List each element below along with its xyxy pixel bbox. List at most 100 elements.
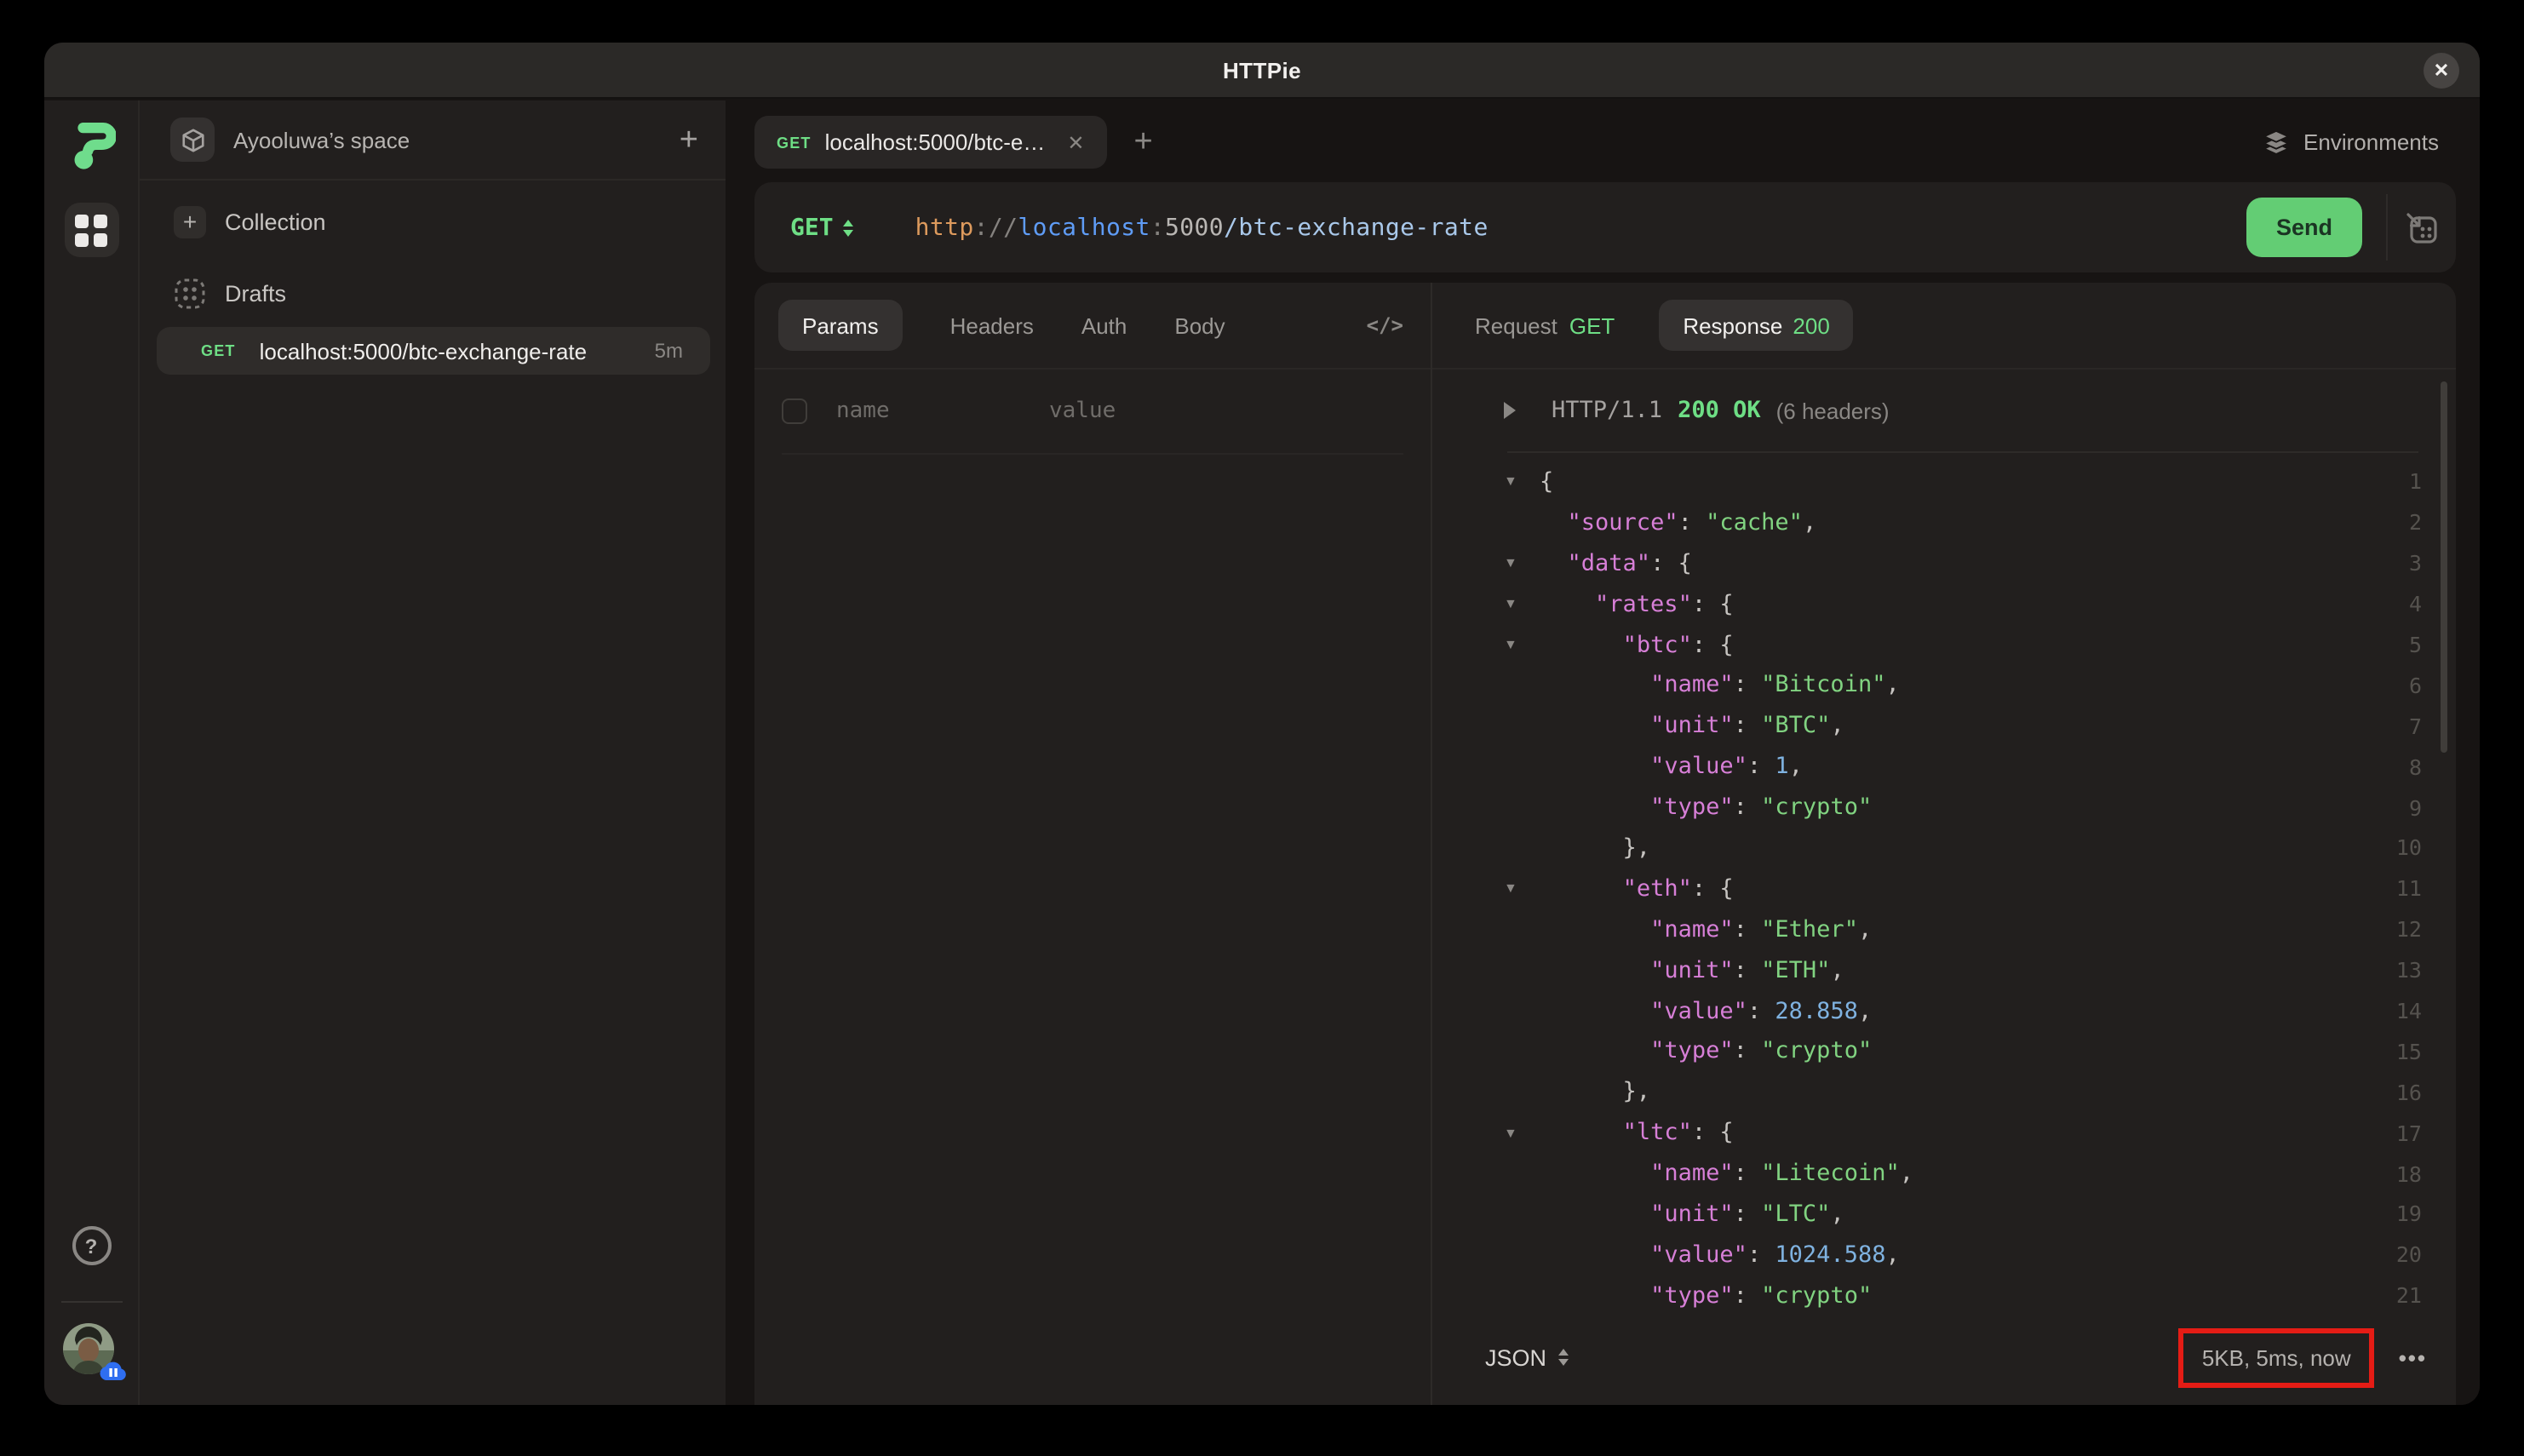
line-number: 2 [2408,509,2422,536]
rail-divider [61,1301,123,1303]
param-name-input[interactable]: name [836,398,1049,424]
request-editor-pane: Params Headers Auth Body </> name value [754,283,1432,1405]
space-selector[interactable]: Ayooluwa’s space + [140,100,726,181]
response-pane-tabs: Request GET Response 200 [1432,283,2456,368]
annotation-highlight: 5KB, 5ms, now [2177,1327,2375,1387]
sync-cloud-icon [99,1361,125,1380]
request-age: 5m [654,339,683,363]
url-segment: 5000 [1165,214,1225,241]
json-line: "name": "Bitcoin", 6 [1432,665,2456,706]
url-segment: :// [973,214,1018,241]
request-response-panels: Params Headers Auth Body </> name value [754,283,2456,1405]
response-status-line[interactable]: HTTP/1.1 200 OK (6 headers) [1432,370,2456,451]
response-status-badge: 200 [1793,312,1830,338]
tab-body[interactable]: Body [1174,312,1225,338]
code-view-toggle[interactable]: </> [1367,313,1403,337]
environments-button[interactable]: Environments [2261,129,2439,156]
url-input[interactable]: http://localhost:5000/btc-exchange-rate [915,214,1489,241]
window-close-button[interactable]: ✕ [2424,53,2459,89]
plus-icon: + [174,205,206,238]
new-tab-button[interactable]: + [1133,126,1152,158]
collapse-toggle-icon[interactable]: ▼ [1504,596,1540,611]
json-code: }, [1540,1078,1651,1106]
environments-label: Environments [2303,129,2439,155]
drafts-section[interactable]: Drafts [140,267,726,318]
line-number: 16 [2395,1079,2422,1105]
user-avatar[interactable] [62,1323,125,1380]
send-button[interactable]: Send [2246,198,2362,257]
add-space-button[interactable]: + [680,123,698,156]
tab-headers[interactable]: Headers [950,312,1034,338]
main-area: GET localhost:5000/btc-e… ✕ + Environmen… [726,100,2480,1405]
param-checkbox[interactable] [782,398,807,424]
response-meta: 5KB, 5ms, now [2201,1344,2351,1370]
sidebar: Ayooluwa’s space + + Collection Drafts G… [140,100,726,1405]
row-divider [782,453,1403,455]
request-url: localhost:5000/btc-exchange-rate [259,338,588,364]
collapse-toggle-icon[interactable]: ▼ [1504,474,1540,490]
json-line: ▼ "btc": { 5 [1432,624,2456,665]
url-bar: GET http://localhost:5000/btc-exchange-r… [754,182,2456,272]
json-code: "value": 28.858, [1650,997,1873,1025]
json-code: "eth": { [1622,874,1734,903]
line-number: 9 [2408,794,2422,821]
expand-headers-icon[interactable] [1504,402,1516,419]
layers-icon [2261,129,2290,155]
updown-icon [843,219,854,236]
request-tab-label: Request [1475,312,1557,338]
json-line: "name": "Ether", 12 [1432,909,2456,950]
space-name: Ayooluwa’s space [233,127,410,152]
json-code: "value": 1, [1650,753,1803,781]
space-cube-button[interactable] [170,118,215,162]
response-body: ▼{1 "source": "cache", 2 ▼ "data": {3 ▼ "ra… [1432,453,2456,1310]
json-code: "ltc": { [1622,1119,1734,1147]
collapse-toggle-icon[interactable]: ▼ [1504,637,1540,652]
request-editor-tabs: Params Headers Auth Body </> [754,283,1431,368]
method-value: GET [790,214,834,241]
tab-request[interactable]: Request GET [1475,312,1615,338]
line-number: 7 [2408,713,2422,739]
spaces-grid-button[interactable] [64,203,118,257]
json-line: "value": 28.858, 14 [1432,990,2456,1031]
screen: HTTPie ✕ ? Ayooluwa’s space + + Collecti… [0,0,2524,1456]
line-number: 17 [2395,1120,2422,1146]
collapse-toggle-icon[interactable]: ▼ [1504,555,1540,570]
tab-params[interactable]: Params [778,300,903,351]
param-value-input[interactable]: value [1049,398,1116,424]
request-tab[interactable]: GET localhost:5000/btc-e… ✕ [754,116,1107,169]
scrollbar-thumb[interactable] [2441,381,2447,753]
collapse-toggle-icon[interactable]: ▼ [1504,1125,1540,1140]
method-selector[interactable]: GET [790,214,854,241]
drafts-label: Drafts [225,280,287,306]
line-number: 4 [2408,591,2422,617]
collection-label: Collection [225,209,326,234]
json-code: "btc": { [1622,631,1734,658]
line-number: 5 [2408,632,2422,657]
cube-icon [181,128,204,152]
json-code: "unit": "ETH", [1650,956,1844,984]
headers-count: (6 headers) [1775,398,1890,423]
json-code: "source": "cache", [1567,508,1817,536]
json-line: "unit": "BTC", 7 [1432,706,2456,747]
json-line: }, 16 [1432,1072,2456,1113]
generate-code-button[interactable] [2401,208,2441,247]
title-bar: HTTPie ✕ [44,43,2480,99]
json-line: "type": "crypto" 21 [1432,1275,2456,1310]
more-options-button[interactable]: ••• [2399,1344,2427,1370]
format-selector[interactable]: JSON [1485,1344,1569,1370]
response-tab-label: Response [1683,312,1783,338]
request-method-badge: GET [201,342,236,359]
sidebar-request-item[interactable]: GET localhost:5000/btc-exchange-rate 5m [157,327,710,375]
line-number: 3 [2408,550,2422,576]
tab-auth[interactable]: Auth [1081,312,1127,338]
collapse-toggle-icon[interactable]: ▼ [1504,881,1540,897]
line-number: 14 [2395,998,2422,1024]
response-pane: Request GET Response 200 HTTP/1.1 200 OK… [1432,283,2456,1405]
json-line: "value": 1024.588, 20 [1432,1235,2456,1275]
line-number: 11 [2395,875,2422,902]
tab-response[interactable]: Response 200 [1659,300,1854,351]
response-footer: JSON 5KB, 5ms, now ••• [1432,1310,2456,1405]
tab-close-icon[interactable]: ✕ [1067,130,1084,154]
help-button[interactable]: ? [72,1226,111,1265]
new-collection-button[interactable]: + Collection [140,196,726,247]
